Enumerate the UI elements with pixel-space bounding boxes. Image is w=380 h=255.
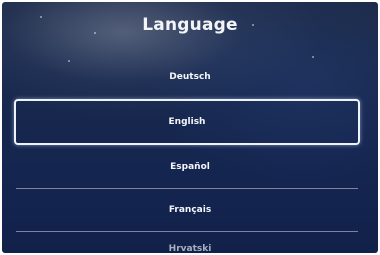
- page-title: Language: [142, 15, 238, 35]
- list-divider: [16, 231, 358, 232]
- language-item-deutsch[interactable]: Deutsch: [2, 72, 378, 82]
- language-item-english[interactable]: English: [14, 99, 360, 145]
- background-star: [312, 56, 314, 58]
- list-divider: [16, 188, 358, 189]
- language-screen: Language Deutsch English Español Françai…: [2, 2, 378, 253]
- language-item-francais[interactable]: Français: [2, 205, 378, 215]
- language-item-espanol[interactable]: Español: [2, 162, 378, 172]
- background-star: [68, 60, 70, 62]
- language-item-hrvatski[interactable]: Hrvatski: [2, 244, 378, 253]
